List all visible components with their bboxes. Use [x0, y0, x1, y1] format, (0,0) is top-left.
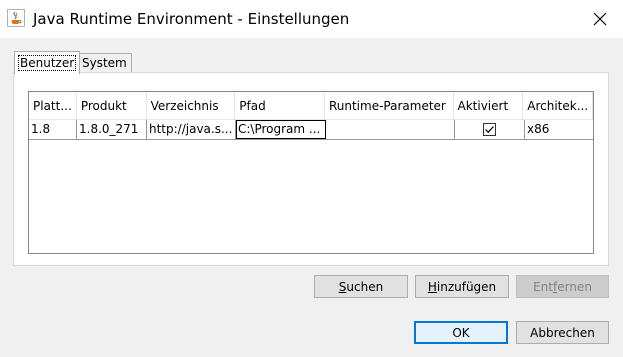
cell-architecture[interactable]: x86 [525, 120, 593, 139]
column-header-architecture[interactable]: Architek... [523, 92, 593, 120]
cell-product[interactable]: 1.8.0_271 [77, 120, 147, 139]
search-button-label: Suchen [339, 280, 383, 294]
column-header-product[interactable]: Produkt [76, 92, 147, 120]
search-button[interactable]: Suchen [314, 275, 408, 298]
cancel-button[interactable]: Abbrechen [516, 321, 609, 344]
tab-benutzer[interactable]: Benutzer [14, 51, 81, 74]
window-title: Java Runtime Environment - Einstellungen [33, 10, 350, 28]
checkmark-icon [485, 126, 494, 134]
column-header-platform[interactable]: Platt... [29, 92, 77, 120]
add-label-mnemonic: H [427, 279, 437, 294]
title-bar: Java Runtime Environment - Einstellungen [0, 0, 623, 38]
enabled-checkbox[interactable] [483, 123, 496, 136]
cell-enabled[interactable] [455, 120, 525, 139]
remove-button-label: Entfernen [533, 280, 592, 294]
tab-benutzer-label: Benutzer [17, 55, 77, 71]
column-header-location[interactable]: Verzeichnis [146, 92, 236, 120]
close-button[interactable] [577, 0, 623, 38]
table-row[interactable]: 1.8 1.8.0_271 http://java.s... C:\Progra… [29, 120, 593, 140]
remove-button[interactable]: Entfernen [516, 275, 609, 298]
tab-panel-benutzer: Platt... Produkt Verzeichnis Pfad Runtim… [13, 72, 609, 266]
cell-platform[interactable]: 1.8 [29, 120, 77, 139]
remove-label-rest: ernen [557, 279, 592, 294]
close-icon [593, 12, 607, 26]
cancel-button-label: Abbrechen [530, 325, 595, 340]
table-header: Platt... Produkt Verzeichnis Pfad Runtim… [29, 92, 593, 120]
jre-table: Platt... Produkt Verzeichnis Pfad Runtim… [28, 91, 594, 254]
tab-system[interactable]: System [77, 53, 132, 73]
column-header-enabled[interactable]: Aktiviert [453, 92, 524, 120]
add-button-label: Hinzufügen [428, 280, 496, 294]
search-label-rest: uchen [346, 279, 384, 294]
java-cup-icon [7, 9, 25, 27]
ok-button[interactable]: OK [414, 321, 508, 344]
cell-runtime-params[interactable] [326, 120, 455, 139]
remove-label-prefix: Ent [533, 279, 553, 294]
add-label-rest: inzufügen [436, 279, 497, 294]
cell-location[interactable]: http://java.s... [147, 120, 236, 139]
column-header-path[interactable]: Pfad [235, 92, 325, 120]
cell-path[interactable]: C:\Program ... [236, 120, 326, 139]
column-header-runtime-params[interactable]: Runtime-Parameter [324, 92, 454, 120]
tab-system-label: System [82, 56, 127, 70]
ok-button-label: OK [452, 325, 470, 340]
add-button[interactable]: Hinzufügen [415, 275, 509, 298]
